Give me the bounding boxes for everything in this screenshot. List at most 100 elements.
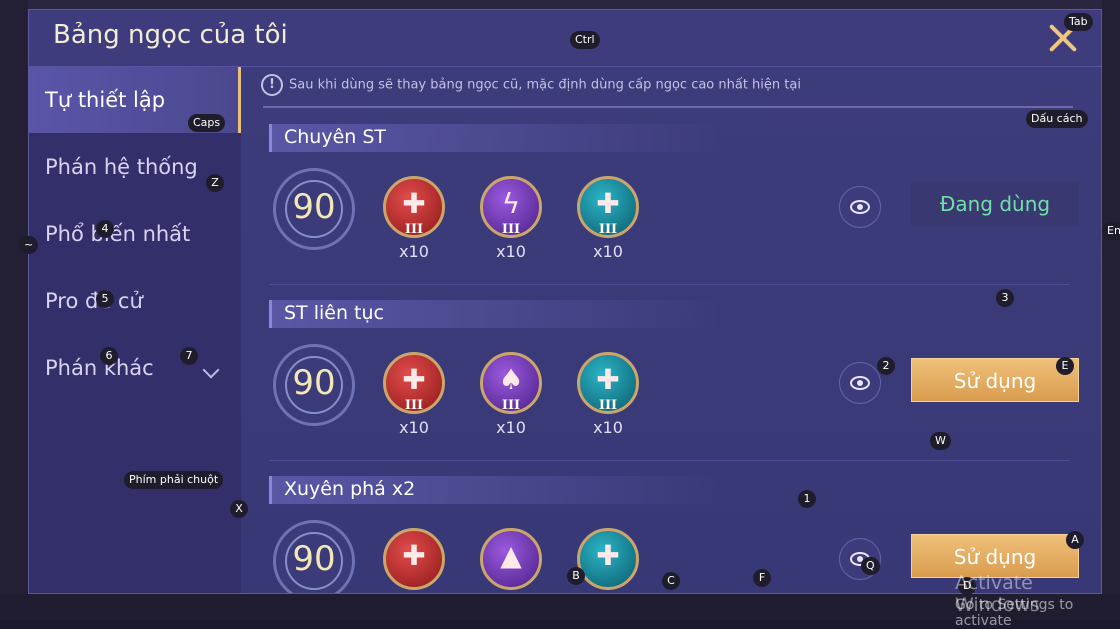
section-title: ST liên tục: [284, 302, 384, 324]
red-gem-icon: ✚ III: [383, 352, 445, 414]
preview-eye-button[interactable]: [839, 362, 881, 404]
gem-glyph: ▲: [500, 539, 522, 572]
keyhint-5: 5: [96, 290, 114, 308]
keyhint-2: 2: [877, 357, 895, 375]
level-badge: 90: [273, 520, 355, 593]
notice-text: Sau khi dùng sẽ thay bảng ngọc cũ, mặc đ…: [289, 77, 801, 93]
keyhint-space: Dấu cách: [1026, 110, 1088, 128]
keyhint-right-click: Phím phải chuột: [124, 471, 224, 489]
keyhint-e: E: [1056, 357, 1074, 375]
section-title: Xuyên phá x2: [284, 478, 416, 500]
keyhint-a: A: [1066, 531, 1084, 549]
section-header: Chuyên ST: [269, 124, 722, 152]
gem-purple[interactable]: ▲: [478, 528, 544, 593]
gem-qty: x10: [593, 418, 623, 437]
teal-gem-icon: ✚ III: [577, 176, 639, 238]
gem-glyph: ✚: [402, 187, 426, 220]
keyhint-4: 4: [96, 220, 114, 238]
sidebar-item-label: Phổ biến nhất: [45, 222, 191, 246]
notice-bar: ! Sau khi dùng sẽ thay bảng ngọc cũ, mặc …: [261, 74, 801, 96]
gem-purple[interactable]: ϟ III x10: [478, 176, 544, 266]
gem-qty: x10: [399, 418, 429, 437]
gem-glyph: ϟ: [501, 187, 521, 220]
gem-qty: x10: [593, 242, 623, 261]
dialog-title: Bảng ngọc của tôi: [53, 20, 288, 50]
gem-glyph: ♠: [498, 363, 524, 396]
section-title: Chuyên ST: [284, 126, 387, 148]
sidebar: Tự thiết lập Phán hệ thống Phổ biến nhất…: [29, 67, 241, 593]
gem-tier: III: [404, 398, 424, 413]
level-value: 90: [292, 187, 336, 227]
keyhint-1: 1: [798, 490, 816, 508]
gem-teal[interactable]: ✚: [575, 528, 641, 593]
keyhint-tilde: ~: [19, 236, 39, 254]
keyhint-w: W: [930, 432, 951, 450]
keyhint-b: B: [567, 567, 585, 585]
background-right: [1102, 0, 1120, 620]
gem-teal[interactable]: ✚ III x10: [575, 352, 641, 442]
gem-tier: III: [404, 222, 424, 237]
in-use-button[interactable]: Đang dùng: [911, 182, 1079, 226]
info-icon: !: [261, 74, 283, 96]
keyhint-6: 6: [100, 347, 118, 365]
eye-icon: [850, 200, 870, 214]
keyhint-tab: Tab: [1064, 13, 1093, 31]
level-value: 90: [292, 363, 336, 403]
gem-red[interactable]: ✚ III x10: [381, 176, 447, 266]
keyhint-z: Z: [206, 174, 224, 192]
activate-windows-subtitle: Go to Settings to activate: [955, 597, 1074, 629]
gem-tier: III: [501, 222, 521, 237]
keyhint-c: C: [662, 572, 680, 590]
teal-gem-icon: ✚ III: [577, 352, 639, 414]
section-header: ST liên tục: [269, 300, 722, 328]
purple-gem-icon: ▲: [480, 528, 542, 590]
level-badge: 90: [273, 344, 355, 426]
gem-glyph: ✚: [596, 539, 620, 572]
gem-qty: x10: [496, 418, 526, 437]
gem-red[interactable]: ✚: [381, 528, 447, 593]
sidebar-item-label: Pro đề cử: [45, 289, 143, 313]
sidebar-item-other[interactable]: Phán khác: [29, 335, 241, 401]
sidebar-item-label: Tự thiết lập: [45, 88, 166, 112]
teal-gem-icon: ✚: [577, 528, 639, 590]
notice-divider: [263, 106, 1073, 108]
background-left: [0, 0, 28, 620]
sidebar-item-popular[interactable]: Phổ biến nhất: [29, 201, 241, 267]
sidebar-item-pro[interactable]: Pro đề cử: [29, 268, 241, 334]
purple-gem-icon: ♠ III: [480, 352, 542, 414]
rune-page-section: ST liên tục 90 ✚ III x10 ♠ III x10 ✚ III…: [269, 300, 1101, 476]
red-gem-icon: ✚ III: [383, 176, 445, 238]
background-bottom: [0, 594, 1120, 620]
keyhint-x: X: [230, 500, 248, 518]
keyhint-q: Q: [861, 557, 880, 575]
keyhint-7: 7: [180, 347, 198, 365]
purple-gem-icon: ϟ III: [480, 176, 542, 238]
gem-glyph: ✚: [402, 363, 426, 396]
section-divider: [269, 284, 1069, 285]
rune-page-dialog: Bảng ngọc của tôi Tự thiết lập Phán hệ t…: [28, 9, 1102, 594]
keyhint-caps: Caps: [188, 114, 226, 132]
gem-purple[interactable]: ♠ III x10: [478, 352, 544, 442]
eye-icon: [850, 376, 870, 390]
keyhint-enter: En: [1102, 222, 1120, 240]
level-value: 90: [292, 539, 336, 579]
sidebar-item-label: Phán khác: [45, 356, 154, 380]
gem-tier: III: [598, 398, 618, 413]
gem-tier: III: [598, 222, 618, 237]
chevron-down-icon: [202, 361, 220, 379]
use-button[interactable]: Sử dụng: [911, 358, 1079, 402]
rune-page-section: Chuyên ST 90 ✚ III x10 ϟ III x10 ✚ III x…: [269, 124, 1101, 300]
gem-glyph: ✚: [402, 539, 426, 572]
gem-teal[interactable]: ✚ III x10: [575, 176, 641, 266]
gem-tier: III: [501, 398, 521, 413]
section-divider: [269, 460, 1069, 461]
red-gem-icon: ✚: [383, 528, 445, 590]
gem-glyph: ✚: [596, 187, 620, 220]
gem-red[interactable]: ✚ III x10: [381, 352, 447, 442]
sidebar-item-label: Phán hệ thống: [45, 155, 198, 179]
level-badge: 90: [273, 168, 355, 250]
preview-eye-button[interactable]: [839, 186, 881, 228]
gem-glyph: ✚: [596, 363, 620, 396]
keyhint-3: 3: [996, 289, 1014, 307]
keyhint-f: F: [753, 569, 771, 587]
